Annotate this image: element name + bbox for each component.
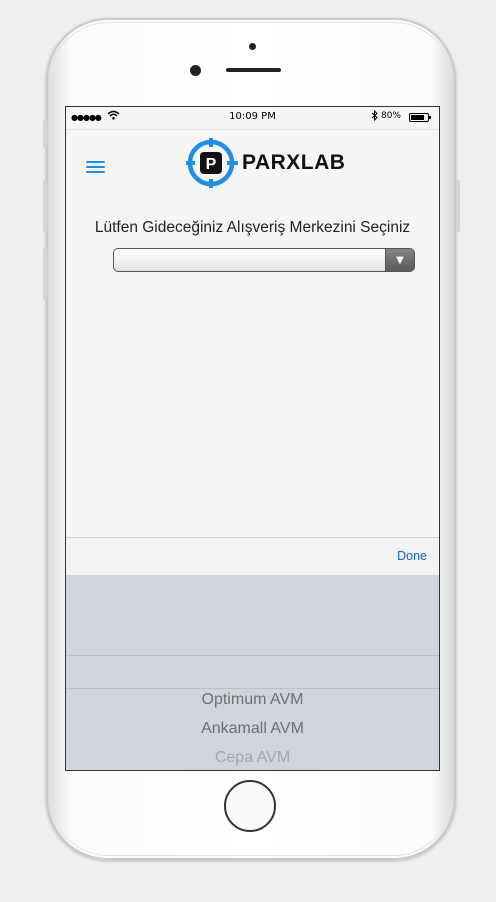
picker-selection-line-bottom bbox=[66, 688, 439, 689]
device-screen: ●●●●● 10:09 PM 80% P PARXLAB Lütfen Gide… bbox=[65, 106, 440, 771]
power-button bbox=[456, 180, 460, 232]
earpiece-speaker bbox=[226, 68, 281, 72]
battery-percent: 80% bbox=[380, 111, 401, 121]
front-camera bbox=[190, 65, 201, 76]
battery-tip bbox=[429, 116, 431, 119]
mall-selection-prompt: Lütfen Gideceğiniz Alışveriş Merkezini S… bbox=[94, 219, 411, 236]
volume-up-button bbox=[43, 180, 47, 232]
volume-down-button bbox=[43, 248, 47, 300]
battery-icon bbox=[409, 113, 431, 122]
svg-text:P: P bbox=[206, 156, 217, 173]
picker-selection-line-top bbox=[66, 655, 439, 656]
logo-text: PARXLAB bbox=[242, 151, 346, 174]
picker-option[interactable]: Optimum AVM bbox=[66, 691, 439, 709]
picker-toolbar: Done bbox=[66, 537, 439, 576]
done-button[interactable]: Done bbox=[397, 549, 427, 563]
mall-picker-wheel[interactable]: Optimum AVM Ankamall AVM Cepa AVM bbox=[66, 575, 439, 770]
parxlab-logo: P PARXLAB bbox=[186, 138, 346, 188]
battery-level bbox=[411, 115, 424, 120]
parking-target-icon: P bbox=[186, 138, 238, 188]
home-button[interactable] bbox=[224, 780, 276, 832]
status-bar: ●●●●● 10:09 PM 80% bbox=[66, 107, 439, 130]
picker-option[interactable]: Ankamall AVM bbox=[66, 720, 439, 738]
mall-select-dropdown[interactable]: ▼ bbox=[113, 248, 415, 272]
picker-option[interactable]: Cepa AVM bbox=[66, 749, 439, 767]
hamburger-menu-icon[interactable] bbox=[86, 159, 106, 175]
bluetooth-icon bbox=[371, 109, 379, 124]
chevron-down-icon: ▼ bbox=[385, 249, 414, 271]
proximity-sensor bbox=[249, 43, 256, 50]
mute-switch bbox=[43, 120, 47, 148]
